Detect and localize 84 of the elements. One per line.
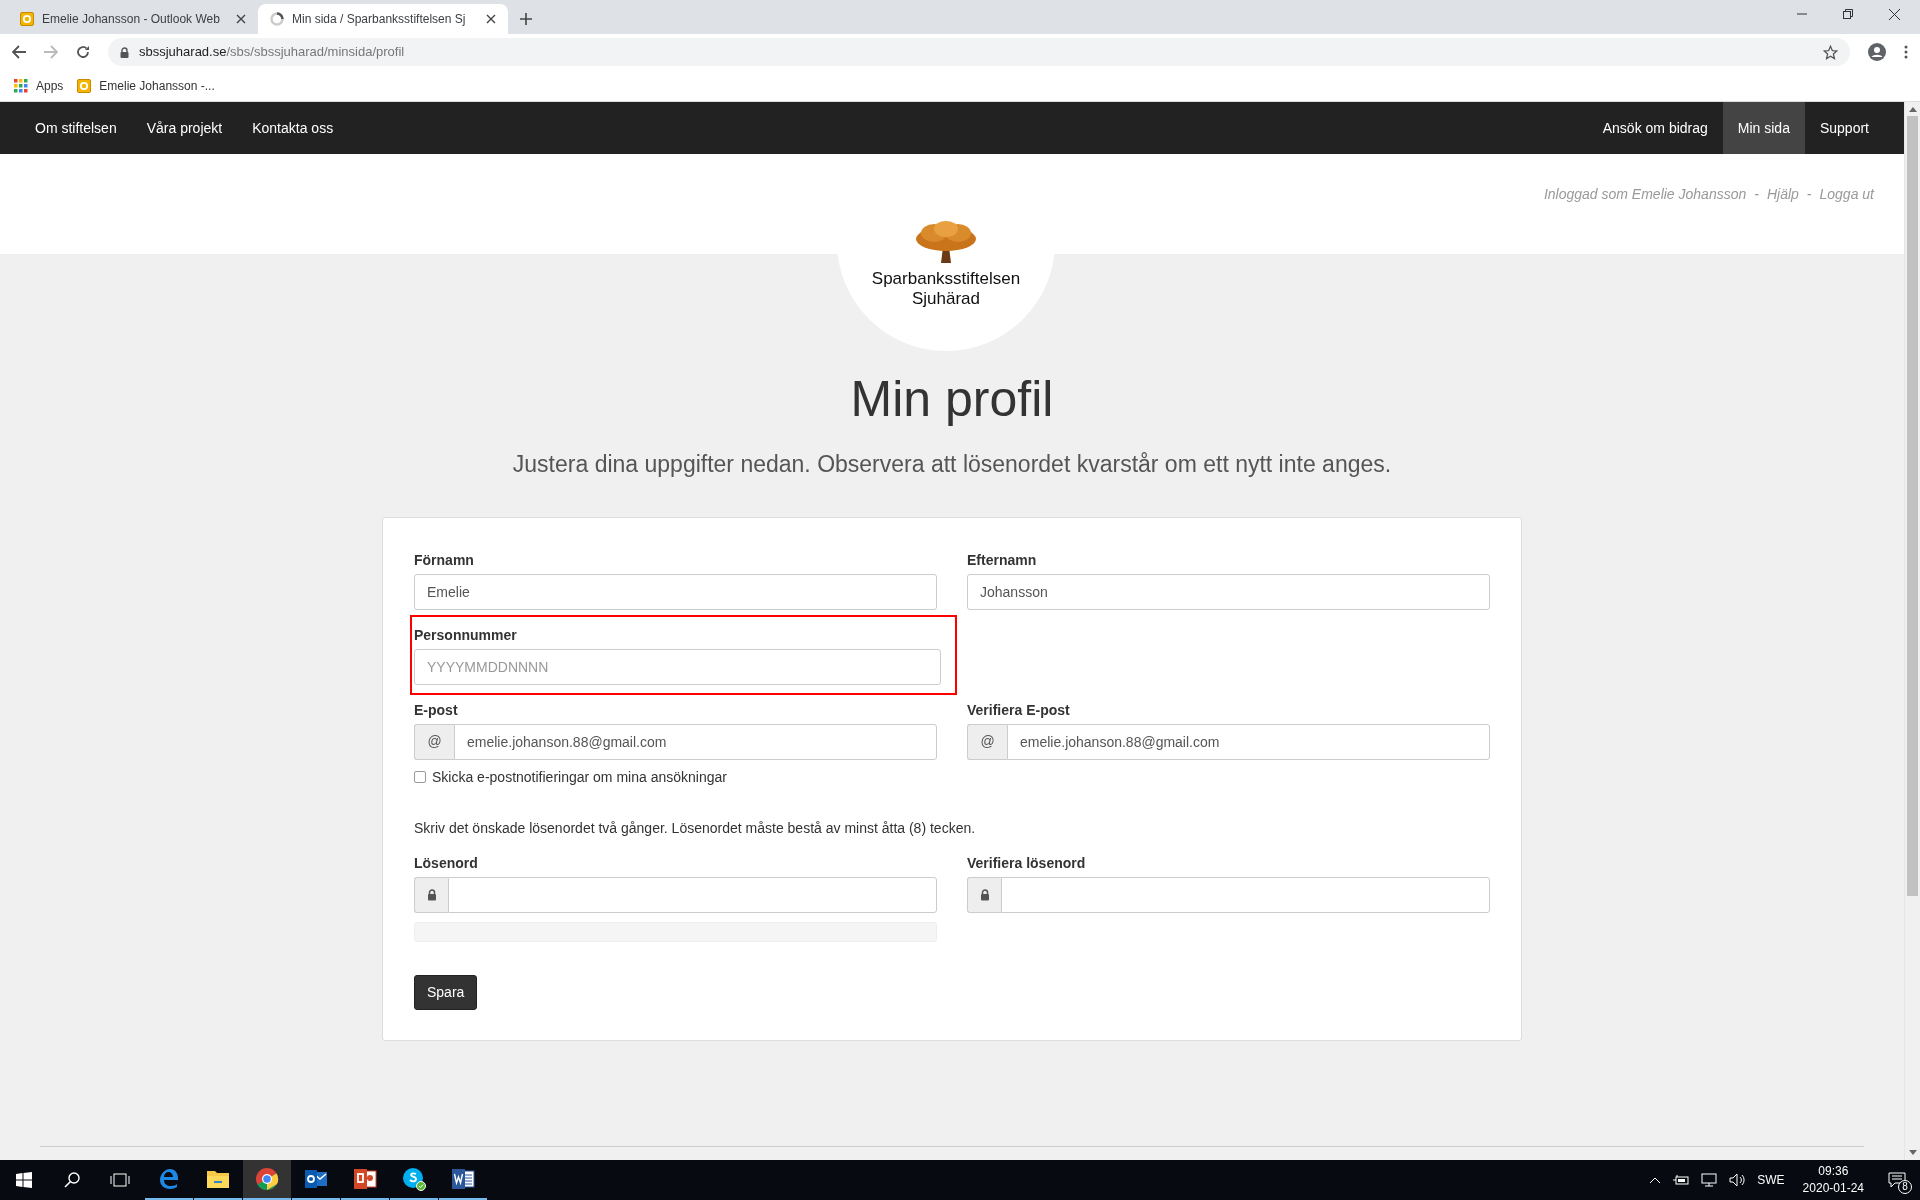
password-input[interactable]: [1001, 876, 1490, 913]
text-input[interactable]: YYYYMMDDNNNN: [414, 648, 941, 685]
at-addon: @: [967, 723, 1007, 760]
tab-title: Min sida / Sparbanksstiftelsen Sj: [292, 11, 467, 28]
text-input[interactable]: Johansson: [967, 573, 1490, 610]
tree-icon: [914, 221, 978, 265]
email-input[interactable]: emelie.johanson.88@gmail.com: [454, 723, 937, 760]
chevron-up-icon[interactable]: [1649, 1176, 1662, 1184]
nav-link[interactable]: Ansök om bidrag: [1587, 102, 1723, 154]
text-input[interactable]: Emelie: [414, 573, 937, 610]
folder-icon: [206, 1168, 230, 1190]
clock-date: 2020-01-24: [1802, 1180, 1864, 1197]
clock-time: 09:36: [1818, 1163, 1849, 1180]
taskbar-app[interactable]: [243, 1160, 291, 1200]
field-label: Personnummer: [414, 625, 518, 645]
speaker-icon[interactable]: [1729, 1173, 1746, 1187]
save-button[interactable]: Spara: [414, 974, 478, 1010]
tab-title: Emelie Johansson - Outlook Web: [42, 11, 221, 28]
message-icon: [1888, 1172, 1906, 1188]
bookmark[interactable]: Emelie Johansson -...: [77, 76, 215, 95]
battery-icon[interactable]: [1673, 1174, 1690, 1186]
lock-icon: [426, 888, 437, 901]
loading-spinner-icon: [270, 12, 284, 26]
url-text: sbssjuharad.se/sbs/sbssjuharad/minsida/profil: [139, 43, 405, 62]
restore-icon[interactable]: [1843, 9, 1853, 19]
network-icon[interactable]: [1701, 1173, 1718, 1187]
field-label: Verifiera E-post: [967, 700, 1071, 720]
star-icon[interactable]: [1823, 44, 1838, 60]
scroll-down-icon[interactable]: [1908, 1150, 1917, 1156]
address-bar[interactable]: sbssjuharad.se/sbs/sbssjuharad/minsida/profil: [108, 38, 1850, 66]
password-hint-text: Skriv det önskade lösenordet två gånger. Lösenordet måste bestå av minst åtta (8) tecken.: [414, 818, 977, 838]
new-tab-icon[interactable]: [520, 13, 532, 25]
slides-app-icon: [353, 1168, 377, 1190]
close-icon[interactable]: [236, 14, 246, 24]
close-icon[interactable]: [486, 14, 496, 24]
chat-app-icon: [402, 1167, 426, 1191]
nav-link[interactable]: Support: [1804, 102, 1884, 154]
logo-text: Sjuhärad: [911, 289, 981, 309]
checkbox[interactable]: [414, 771, 426, 783]
language-indicator[interactable]: SWE: [1757, 1171, 1785, 1189]
nav-link[interactable]: Kontakta oss: [237, 102, 349, 154]
logo-text: Sparbanksstiftelsen: [871, 269, 1021, 289]
field-label: Verifiera lösenord: [967, 853, 1087, 873]
back-arrow-icon[interactable]: [12, 45, 26, 59]
task-view-icon: [110, 1173, 130, 1187]
field-label: Lösenord: [414, 853, 479, 873]
separator-text: -: [1754, 185, 1759, 204]
mail-app-icon: [20, 12, 34, 26]
scroll-up-icon[interactable]: [1908, 106, 1917, 112]
browser-tab[interactable]: Min sida / Sparbanksstiftelsen Sj: [258, 4, 508, 34]
apps-grid-icon: [14, 78, 28, 93]
clock[interactable]: 09:36 2020-01-24: [1796, 1163, 1870, 1197]
page-title: Min profil: [850, 370, 1054, 429]
field-label: E-post: [414, 700, 459, 720]
lock-icon: [979, 888, 990, 901]
chrome-browser-icon: [255, 1167, 279, 1191]
page-subtitle: Justera dina uppgifter nedan. Observera att lösenordet kvarstår om ett nytt inte anges.: [512, 450, 1392, 479]
search-icon: [64, 1172, 80, 1188]
mail-app-icon: [77, 78, 92, 93]
email-input[interactable]: emelie.johanson.88@gmail.com: [1007, 723, 1490, 760]
account-icon[interactable]: [1868, 43, 1886, 61]
scroll-thumb[interactable]: [1907, 116, 1918, 896]
checkbox-label: Skicka e-postnotifieringar om mina ansökningar: [432, 767, 727, 787]
mail-app-icon: [304, 1168, 328, 1190]
close-icon[interactable]: [1889, 8, 1900, 20]
at-addon: @: [414, 723, 454, 760]
password-input[interactable]: [448, 876, 937, 913]
reload-icon[interactable]: [76, 45, 90, 59]
nav-link[interactable]: Min sida: [1722, 102, 1805, 154]
login-status-text: Inloggad som Emelie Johansson: [1543, 185, 1747, 204]
windows-logo-icon: [16, 1172, 32, 1188]
nav-link[interactable]: Om stiftelsen: [20, 102, 132, 154]
document-app-icon: [451, 1168, 475, 1190]
bookmark[interactable]: Apps: [14, 76, 64, 95]
notifications-button[interactable]: 8: [1882, 1160, 1912, 1200]
field-label: Förnamn: [414, 550, 475, 570]
nav-link[interactable]: Våra projekt: [131, 102, 238, 154]
menu-icon[interactable]: [1904, 45, 1908, 59]
browser-e-icon: [157, 1167, 181, 1191]
lock-icon: [120, 46, 129, 58]
separator-text: -: [1806, 185, 1812, 204]
scrollbar[interactable]: [1904, 102, 1920, 1160]
field-label: Efternamn: [967, 550, 1038, 570]
notification-count: 8: [1898, 1180, 1912, 1194]
